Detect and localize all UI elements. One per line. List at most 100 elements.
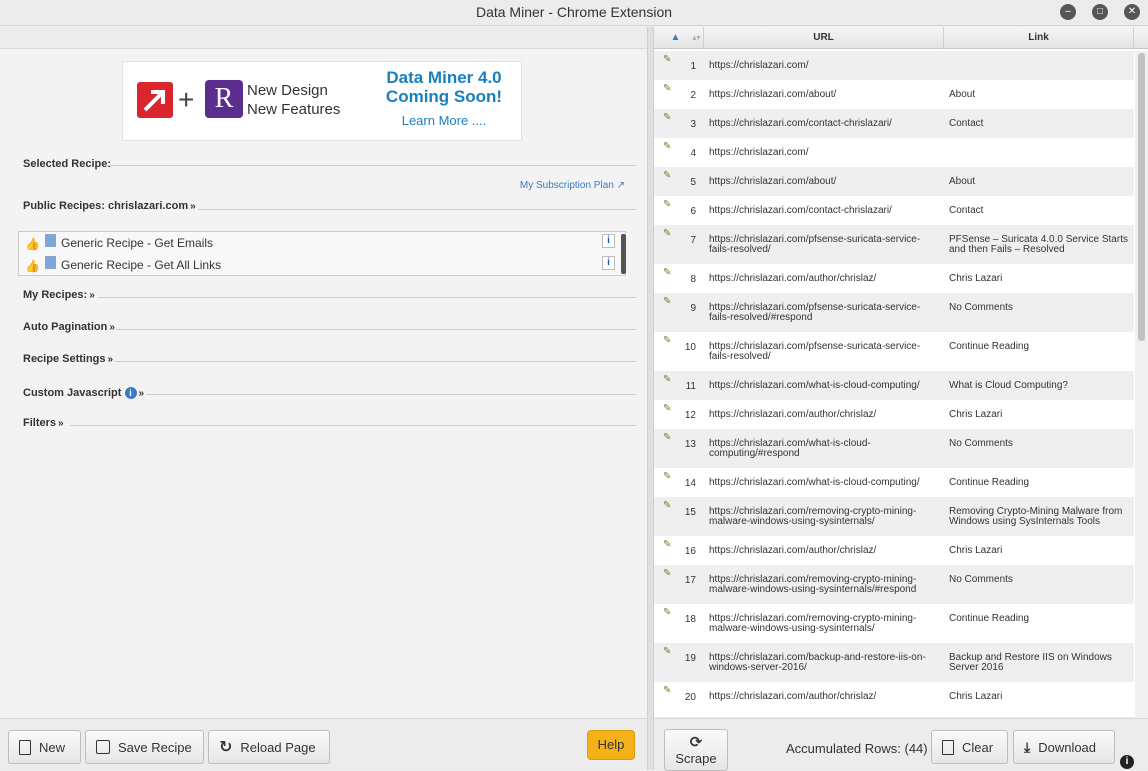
table-row[interactable]: ✎ 6 https://chrislazari.com/contact-chrisl… [654, 196, 1134, 225]
table-row[interactable]: ✎ 19 https://chrislazari.com/backup-and-re… [654, 643, 1134, 682]
edit-pencil-icon[interactable]: ✎ [663, 403, 673, 414]
help-button[interactable]: Help [587, 730, 635, 760]
recipe-item[interactable]: 👍 Generic Recipe - Get Emails i [19, 232, 615, 254]
url-cell: https://chrislazari.com/what-is-cloud-co… [709, 477, 920, 488]
public-recipes-label: Public Recipes: [23, 200, 105, 212]
clear-button[interactable]: Clear [931, 730, 1008, 764]
table-row[interactable]: ✎ 3 https://chrislazari.com/contact-chrisl… [654, 109, 1134, 138]
subscription-plan-link[interactable]: My Subscription Plan ↗ [520, 180, 625, 191]
edit-pencil-icon[interactable]: ✎ [663, 335, 673, 346]
reload-page-button[interactable]: ↻ Reload Page [208, 730, 330, 764]
url-cell: https://chrislazari.com/backup-and-resto… [709, 652, 926, 673]
link-cell: Continue Reading [949, 613, 1030, 624]
panel-splitter[interactable] [647, 27, 654, 770]
row-number: 10 [684, 342, 696, 353]
download-button[interactable]: ⤓ Download [1013, 730, 1115, 764]
table-row[interactable]: ✎ 2 https://chrislazari.com/about/About [654, 80, 1134, 109]
url-cell: https://chrislazari.com/about/ [709, 176, 837, 187]
table-row[interactable]: ✎ 16 https://chrislazari.com/author/chrisl… [654, 536, 1134, 565]
maximize-icon[interactable]: □ [1092, 4, 1108, 20]
new-button[interactable]: New [8, 730, 81, 764]
row-number: 20 [684, 692, 696, 703]
table-row[interactable]: ✎ 18 https://chrislazari.com/removing-cryp… [654, 604, 1134, 643]
edit-pencil-icon[interactable]: ✎ [663, 500, 673, 511]
table-row[interactable]: ✎ 10 https://chrislazari.com/pfsense-suric… [654, 332, 1134, 371]
edit-pencil-icon[interactable]: ✎ [663, 199, 673, 210]
edit-pencil-icon[interactable]: ✎ [663, 432, 673, 443]
table-row[interactable]: ✎ 5 https://chrislazari.com/about/About [654, 167, 1134, 196]
window-titlebar: Data Miner - Chrome Extension – □ ✕ [0, 0, 1148, 26]
chevron-down-icon: » [107, 354, 114, 365]
url-cell: https://chrislazari.com/removing-crypto-… [709, 506, 917, 527]
table-row[interactable]: ✎ 13 https://chrislazari.com/what-is-cloud… [654, 429, 1134, 468]
row-number-header[interactable]: ▲ ▴▾ [654, 27, 704, 49]
edit-pencil-icon[interactable]: ✎ [663, 568, 673, 579]
edit-pencil-icon[interactable]: ✎ [663, 54, 673, 65]
save-recipe-button[interactable]: Save Recipe [85, 730, 204, 764]
public-recipe-list[interactable]: 👍 Generic Recipe - Get Emails i 👍 Generi… [18, 231, 626, 276]
table-row[interactable]: ✎ 20 https://chrislazari.com/author/chrisl… [654, 682, 1134, 711]
link-cell: Chris Lazari [949, 691, 1003, 702]
divider [114, 361, 636, 362]
table-row[interactable]: ✎ 7 https://chrislazari.com/pfsense-surica… [654, 225, 1134, 264]
custom-javascript-toggle[interactable]: Custom Javascript i» [23, 387, 144, 399]
info-icon[interactable]: i [124, 387, 137, 399]
divider [116, 329, 636, 330]
recipe-list-scrollbar[interactable] [621, 234, 626, 274]
table-row[interactable]: ✎ 4 https://chrislazari.com/ [654, 138, 1134, 167]
url-column-header[interactable]: URL [704, 27, 944, 49]
edit-pencil-icon[interactable]: ✎ [663, 539, 673, 550]
edit-pencil-icon[interactable]: ✎ [663, 471, 673, 482]
chevron-down-icon: » [190, 201, 196, 212]
url-cell: https://chrislazari.com/what-is-cloud-co… [709, 438, 871, 459]
table-row[interactable]: ✎ 15 https://chrislazari.com/removing-cryp… [654, 497, 1134, 536]
info-icon[interactable]: i [1120, 755, 1134, 769]
edit-pencil-icon[interactable]: ✎ [663, 112, 673, 123]
scrape-button[interactable]: ⟳ Scrape [664, 729, 728, 771]
edit-pencil-icon[interactable]: ✎ [663, 374, 673, 385]
row-number: 15 [684, 507, 696, 518]
download-label: Download [1038, 739, 1097, 755]
scrollbar-thumb[interactable] [1138, 53, 1145, 341]
link-cell: Contact [949, 205, 984, 216]
edit-pencil-icon[interactable]: ✎ [663, 170, 673, 181]
row-number: 4 [690, 148, 696, 159]
recipe-item[interactable]: 👍 Generic Recipe - Get All Links i [19, 254, 615, 276]
link-cell: Contact [949, 118, 984, 129]
edit-pencil-icon[interactable]: ✎ [663, 83, 673, 94]
banner-cta[interactable]: Learn More .... [379, 113, 509, 128]
link-cell: No Comments [949, 302, 1013, 313]
table-row[interactable]: ✎ 12 https://chrislazari.com/author/chrisl… [654, 400, 1134, 429]
edit-pencil-icon[interactable]: ✎ [663, 646, 673, 657]
url-cell: https://chrislazari.com/about/ [709, 89, 837, 100]
r-logo: R [205, 80, 243, 118]
table-row[interactable]: ✎ 1 https://chrislazari.com/ [654, 51, 1134, 80]
thumbs-up-icon[interactable]: 👍 [25, 237, 40, 251]
table-scrollbar[interactable] [1135, 51, 1148, 717]
recipe-settings-toggle[interactable]: Recipe Settings» [23, 353, 113, 365]
info-icon[interactable]: i [602, 256, 615, 270]
edit-pencil-icon[interactable]: ✎ [663, 296, 673, 307]
auto-pagination-toggle[interactable]: Auto Pagination» [23, 321, 115, 333]
info-icon[interactable]: i [602, 234, 615, 248]
edit-pencil-icon[interactable]: ✎ [663, 267, 673, 278]
edit-pencil-icon[interactable]: ✎ [663, 607, 673, 618]
table-row[interactable]: ✎ 11 https://chrislazari.com/what-is-cloud… [654, 371, 1134, 400]
edit-pencil-icon[interactable]: ✎ [663, 685, 673, 696]
table-row[interactable]: ✎ 17 https://chrislazari.com/removing-cryp… [654, 565, 1134, 604]
thumbs-up-icon[interactable]: 👍 [25, 259, 40, 273]
minimize-icon[interactable]: – [1060, 4, 1076, 20]
edit-pencil-icon[interactable]: ✎ [663, 228, 673, 239]
close-icon[interactable]: ✕ [1124, 4, 1140, 20]
table-row[interactable]: ✎ 9 https://chrislazari.com/pfsense-surica… [654, 293, 1134, 332]
promo-banner[interactable]: + R New Design New Features Data Miner 4… [122, 61, 522, 141]
filters-toggle[interactable]: Filters» [23, 417, 64, 429]
table-row[interactable]: ✎ 8 https://chrislazari.com/author/chrisla… [654, 264, 1134, 293]
row-number: 13 [684, 439, 696, 450]
edit-pencil-icon[interactable]: ✎ [663, 141, 673, 152]
public-recipes-site-dropdown[interactable]: chrislazari.com» [108, 200, 196, 212]
table-row[interactable]: ✎ 14 https://chrislazari.com/what-is-cloud… [654, 468, 1134, 497]
link-column-header[interactable]: Link [944, 27, 1134, 49]
my-recipes-toggle[interactable]: My Recipes:» [23, 289, 95, 301]
row-number: 9 [690, 303, 696, 314]
